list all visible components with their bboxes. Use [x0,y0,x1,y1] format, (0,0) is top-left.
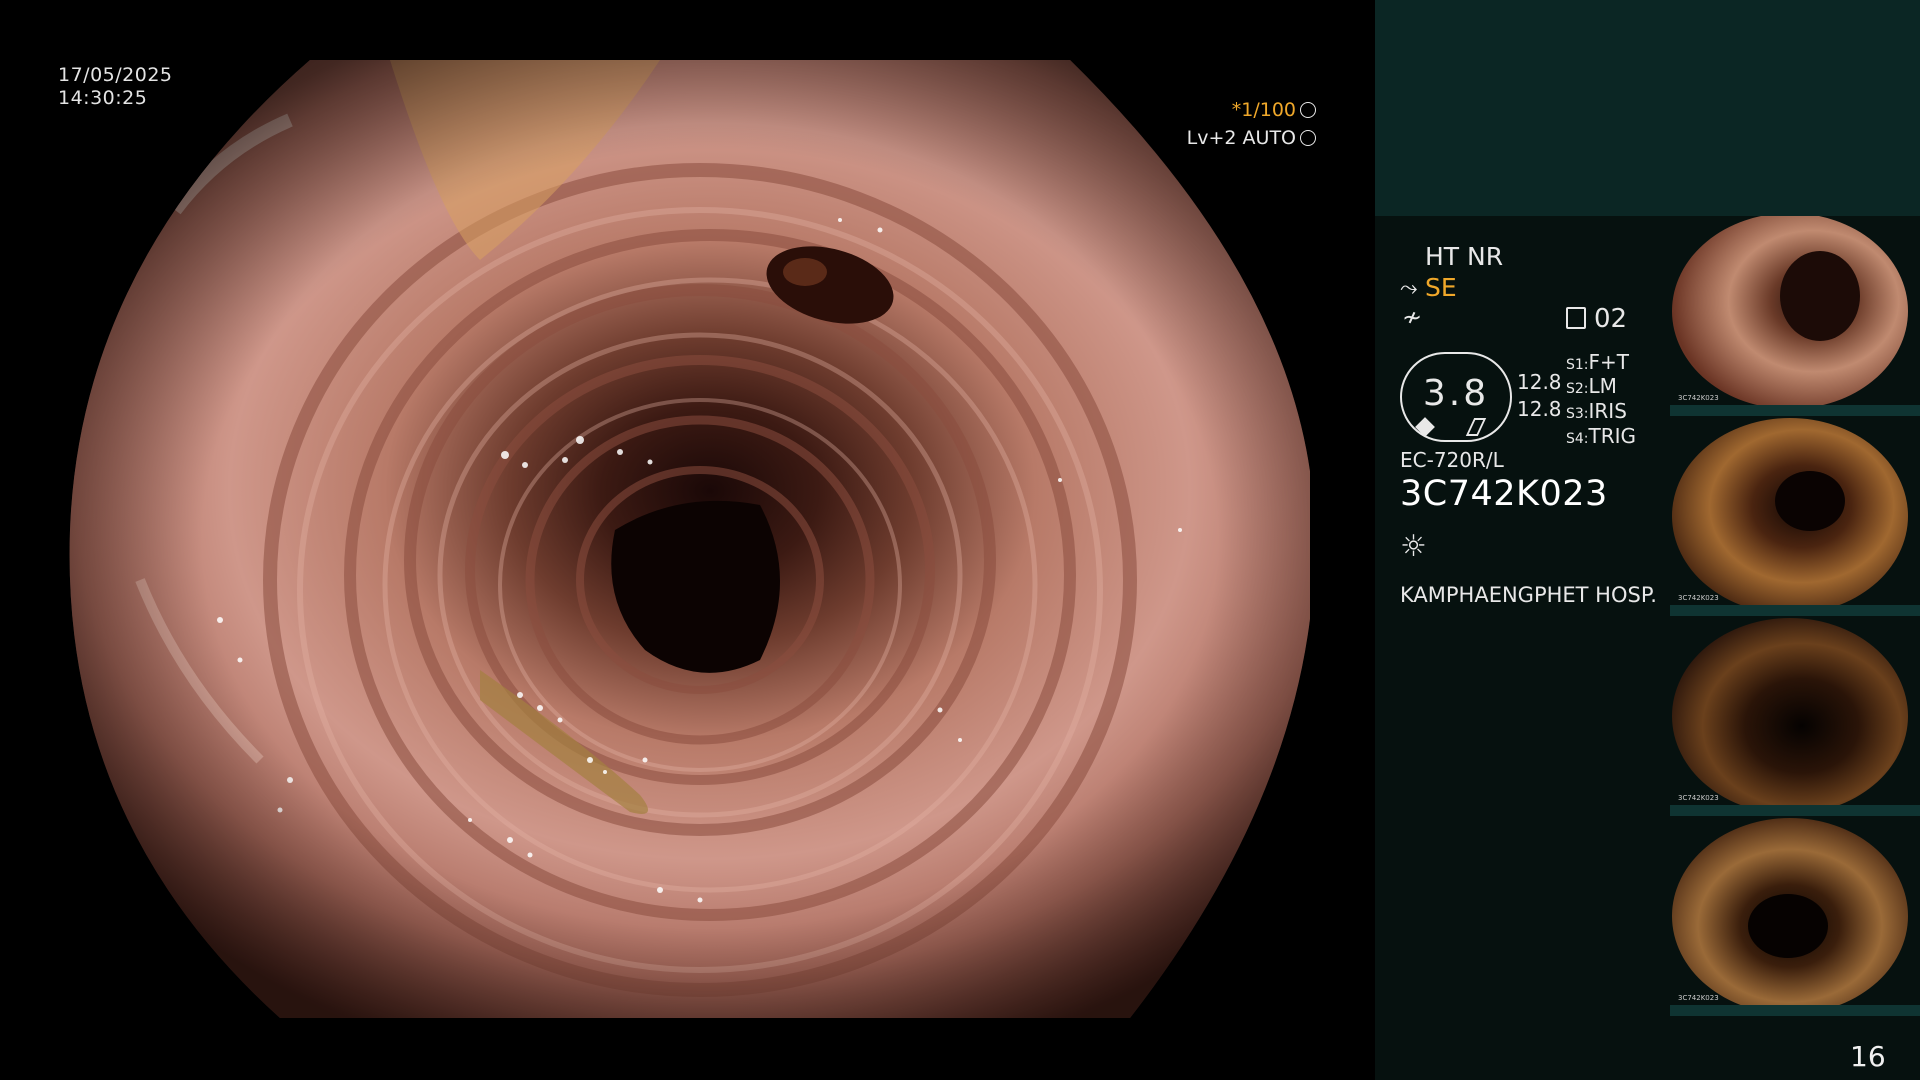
capture-thumbnail-4[interactable]: 3C742K023 [1670,816,1920,1016]
switch-value: LM [1588,374,1617,398]
page-number: 16 [1850,1040,1886,1073]
switch-key: S3 [1566,406,1584,422]
capture-thumbnail-1[interactable]: 3C742K023 [1670,216,1920,416]
endoscope-view [60,60,1310,1018]
structure-enhance-icon: ⤳ [1400,276,1418,301]
video-channel-number: 02 [1594,304,1628,334]
switch-row-1: S1:F+T [1566,350,1629,374]
shutter-icon [1300,102,1316,118]
capture-thumbnail-3[interactable]: 3C742K023 [1670,616,1920,816]
thumbnail-serial: 3C742K023 [1678,394,1719,402]
scope-model: EC-720R/L [1400,448,1504,472]
time-text: 14:30:25 [58,87,148,109]
freeze-icon: ≁ [1402,303,1423,331]
shutter-text: *1/100 [1231,99,1296,121]
capture-thumbnail-2[interactable]: 3C742K023 [1670,416,1920,616]
switch-key: S2 [1566,381,1584,397]
colon-lumen-image [69,60,1310,1018]
value-a: 12.8 [1517,370,1562,394]
hospital-name: KAMPHAENGPHET HOSP. [1400,583,1657,607]
level-text: Lv+2 AUTO [1186,127,1296,149]
switch-value: F+T [1588,350,1629,374]
thumbnail-serial: 3C742K023 [1678,594,1719,602]
value-b: 12.8 [1517,397,1562,421]
thumbnail-image [1672,216,1908,409]
switch-value: TRIG [1588,424,1637,448]
thumbnail-caption-bar [1670,405,1920,416]
iris-icon [1300,130,1316,146]
thumbnail-caption-bar [1670,805,1920,816]
level-indicator: Lv+2 AUTO [1187,127,1316,149]
shutter-indicator: *1/100 [1232,99,1316,121]
switch-key: S1 [1566,357,1584,373]
date-text: 17/05/2025 [58,64,173,86]
structure-enhance-label: SE [1425,273,1457,302]
switch-row-4: S4:TRIG [1566,424,1637,448]
thumbnail-caption-bar [1670,605,1920,616]
switch-row-2: S2:LM [1566,374,1617,398]
thumbnail-image [1672,418,1908,614]
info-panel-header [1375,0,1920,216]
scope-serial: 3C742K023 [1400,474,1608,514]
light-icon: ☼ [1400,529,1427,564]
switch-row-3: S3:IRIS [1566,399,1627,423]
thumbnail-serial: 3C742K023 [1678,794,1719,802]
thumbnail-serial: 3C742K023 [1678,994,1719,1002]
video-channel-icon [1566,307,1586,329]
thumbnail-image [1672,818,1908,1014]
thumbnail-caption-bar [1670,1005,1920,1016]
switch-value: IRIS [1588,399,1627,423]
date-time-overlay: 17/05/2025 14:30:25 [58,64,173,110]
thumbnail-image [1672,618,1908,814]
gauge-value: 3.8 [1422,373,1490,414]
noise-reduction-label: HT NR [1425,242,1504,271]
switch-key: S4 [1566,431,1584,447]
